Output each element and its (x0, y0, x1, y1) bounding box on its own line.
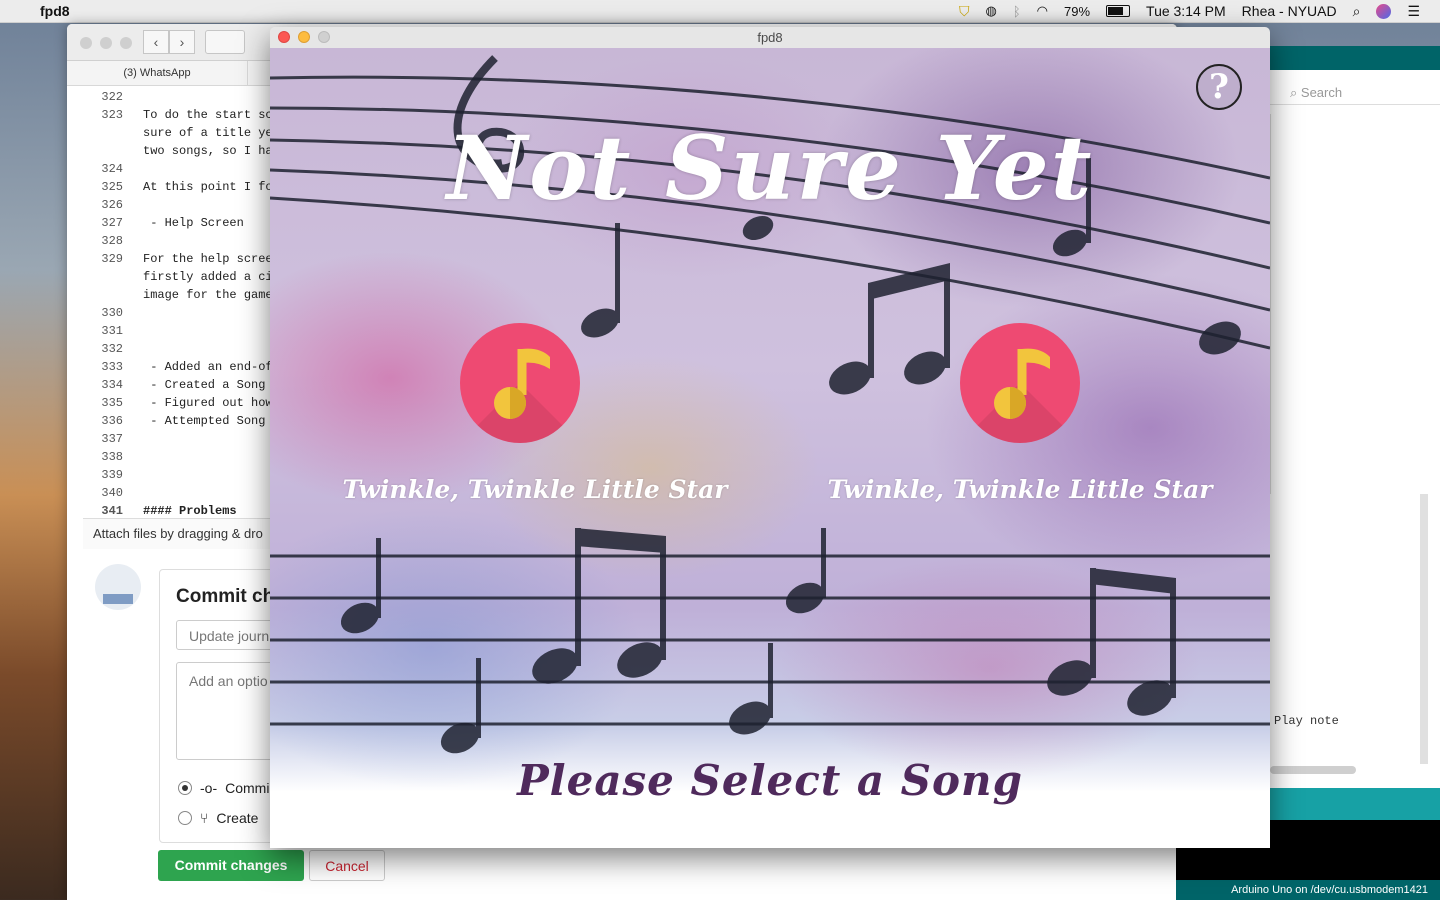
code-line: 328 (101, 234, 123, 248)
code-line: 330 (101, 306, 123, 320)
arduino-search-input[interactable]: ⌕ Search (1270, 82, 1440, 105)
code-line: 333 - Added an end-of (101, 360, 273, 374)
avatar (95, 564, 141, 610)
song-button-1[interactable] (460, 323, 580, 443)
create-branch-option[interactable]: ⑂ Create (178, 810, 258, 826)
code-line: 335 - Figured out how (101, 396, 273, 410)
arduino-status-bar: Arduino Uno on /dev/cu.usbmodem1421 (1176, 880, 1440, 900)
battery-icon[interactable] (1106, 5, 1131, 17)
code-line: 331 (101, 324, 123, 338)
help-button[interactable]: ? (1196, 64, 1242, 110)
notification-center-icon[interactable]: ☰ (1407, 3, 1420, 20)
code-line: 334 - Created a Song (101, 378, 273, 392)
code-line: firstly added a ci (143, 270, 273, 284)
wifi-icon[interactable]: ◠ (1037, 3, 1048, 19)
code-line: image for the game (143, 288, 273, 302)
commit-changes-button[interactable]: Commit changes (158, 850, 304, 881)
code-line: 332 (101, 342, 123, 356)
commit-directly-option[interactable]: -o- Commi (178, 780, 269, 796)
code-line: 338 (101, 450, 123, 464)
code-comment: Play note (1274, 714, 1339, 728)
close-window-button[interactable] (80, 37, 92, 49)
status-area: ⛉ ◍ ᛒ ◠ 79% Tue 3:14 PM Rhea - NYUAD ⌕ ☰ (959, 3, 1420, 20)
code-line: 341 #### Problems (101, 504, 237, 518)
song-label-2[interactable]: Twinkle, Twinkle Little Star (810, 475, 1230, 504)
create-branch-label: Create (216, 810, 259, 826)
code-line: 324 (101, 162, 123, 176)
app-menu-name[interactable]: fpd8 (40, 3, 70, 19)
forward-arrow-icon[interactable]: › (169, 30, 195, 54)
horizontal-scrollbar[interactable] (1270, 766, 1356, 774)
search-placeholder: Search (1300, 85, 1343, 100)
navigation-buttons: ‹ › (143, 30, 195, 54)
code-line: 326 (101, 198, 123, 212)
close-window-button[interactable] (278, 31, 290, 43)
sync-icon[interactable]: ◍ (986, 3, 997, 19)
game-titlebar: fpd8 (270, 27, 1270, 49)
cancel-button[interactable]: Cancel (309, 850, 385, 881)
game-canvas[interactable]: ? Not Sure Yet Twinkle, Twinkle Little S… (270, 48, 1270, 848)
spotlight-search-icon[interactable]: ⌕ (1353, 3, 1361, 20)
radio-unselected-icon[interactable] (178, 811, 192, 825)
code-line: 327 - Help Screen (101, 216, 244, 230)
code-line: 325 At this point I fo (101, 180, 273, 194)
song-button-2[interactable] (960, 323, 1080, 443)
code-line: 339 (101, 468, 123, 482)
commit-icon: -o- (200, 780, 218, 796)
pull-request-icon: ⑂ (200, 810, 209, 826)
zoom-window-button[interactable] (120, 37, 132, 49)
tab-whatsapp[interactable]: (3) WhatsApp (67, 61, 248, 85)
battery-percent[interactable]: 79% (1064, 4, 1090, 19)
code-line: 322 (101, 90, 123, 104)
search-icon: ⌕ (1290, 85, 1298, 100)
code-line: 336 - Attempted Song (101, 414, 273, 428)
song-label-1[interactable]: Twinkle, Twinkle Little Star (325, 475, 745, 504)
commit-title: Commit ch (176, 586, 275, 607)
siri-icon[interactable] (1376, 3, 1392, 19)
select-song-prompt: Please Select a Song (517, 756, 1023, 805)
radio-selected-icon[interactable] (178, 781, 192, 795)
clock[interactable]: Tue 3:14 PM (1146, 3, 1226, 19)
vertical-scrollbar[interactable] (1420, 494, 1428, 764)
window-controls (278, 31, 330, 43)
shield-icon[interactable]: ⛉ (959, 3, 970, 20)
window-controls (80, 36, 140, 54)
arduino-editor-panel[interactable] (1270, 114, 1440, 494)
zoom-window-button[interactable] (318, 31, 330, 43)
code-line: 329 For the help scree (101, 252, 273, 266)
bluetooth-icon[interactable]: ᛒ (1013, 4, 1021, 19)
code-line: 323 To do the start sc (101, 108, 273, 122)
arduino-message-bar (1270, 788, 1440, 820)
sidebar-toggle-button[interactable] (205, 30, 245, 54)
music-note-icon (494, 348, 550, 419)
menu-bar: fpd8 ⛉ ◍ ᛒ ◠ 79% Tue 3:14 PM Rhea - NYUA… (0, 0, 1440, 23)
window-title: fpd8 (757, 30, 783, 45)
commit-directly-label: Commi (225, 780, 270, 796)
game-title: Not Sure Yet (446, 116, 1094, 220)
music-note-icon (994, 348, 1050, 419)
user-name[interactable]: Rhea - NYUAD (1242, 3, 1337, 19)
code-line: sure of a title ye (143, 126, 273, 140)
code-line: 337 (101, 432, 123, 446)
back-arrow-icon[interactable]: ‹ (143, 30, 169, 54)
code-line: two songs, so I ha (143, 144, 273, 158)
minimize-window-button[interactable] (100, 37, 112, 49)
attach-files-bar[interactable]: Attach files by dragging & dro (83, 518, 293, 549)
game-window: fpd8 ? Not Sure Yet Twinkle, Twinkle Lit… (270, 27, 1270, 848)
minimize-window-button[interactable] (298, 31, 310, 43)
code-line: 340 (101, 486, 123, 500)
